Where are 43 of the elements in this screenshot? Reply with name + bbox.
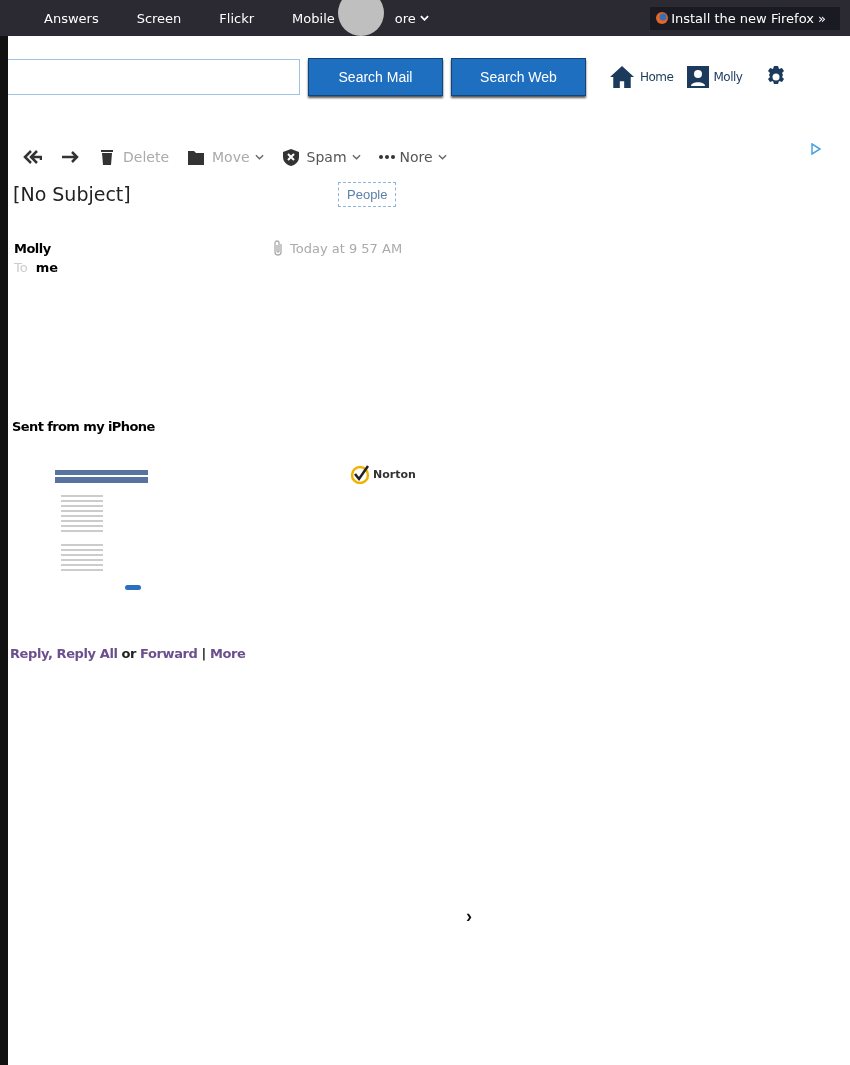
nav-link[interactable]: ore bbox=[394, 10, 429, 26]
reply-link[interactable]: Reply, bbox=[10, 646, 53, 661]
search-button[interactable]: Search Mail bbox=[308, 58, 443, 96]
nav-link[interactable]: Screen bbox=[136, 10, 182, 26]
checkmark-seal-icon bbox=[350, 464, 370, 484]
globe-icon bbox=[656, 12, 669, 24]
install-firefox-link[interactable]: Install the new Firefox » bbox=[650, 6, 840, 30]
nav-link[interactable]: Flickr bbox=[219, 10, 255, 26]
dots-icon bbox=[378, 155, 395, 159]
search-button[interactable]: Search Web bbox=[451, 58, 586, 96]
chevron-down-icon bbox=[437, 154, 447, 160]
nav-link[interactable]: Mobile bbox=[292, 10, 335, 26]
message-subject: [No Subject] bbox=[13, 183, 132, 205]
home-icon bbox=[608, 65, 636, 89]
chevron-down-icon bbox=[419, 15, 429, 21]
chevron-down-icon bbox=[254, 154, 264, 160]
reply-all-icon[interactable] bbox=[22, 148, 42, 166]
next-button[interactable]: › bbox=[462, 906, 476, 927]
message-body: Sent from my iPhone bbox=[11, 419, 156, 434]
shield-icon bbox=[281, 148, 302, 166]
nav-link[interactable]: Answers bbox=[44, 10, 99, 26]
recipient-name: me bbox=[35, 260, 59, 275]
chevron-down-icon bbox=[351, 154, 361, 160]
ad-choices-icon bbox=[811, 143, 821, 155]
promo-text[interactable]: Install the new Firefox » bbox=[671, 10, 826, 26]
more-button[interactable]: Nore bbox=[378, 149, 447, 165]
link-separator: | bbox=[201, 646, 206, 661]
cursor-circle bbox=[338, 0, 384, 36]
user-link[interactable]: Molly bbox=[687, 66, 743, 88]
paperclip-icon bbox=[272, 240, 284, 256]
security-badge-text: Norton bbox=[373, 467, 416, 481]
sender-name: Molly bbox=[14, 240, 52, 256]
reply-link[interactable]: More bbox=[209, 646, 246, 661]
spam-button[interactable]: Spam bbox=[281, 148, 361, 166]
message-time: Today at 9 57 AM bbox=[290, 240, 403, 256]
conjunction-text: or bbox=[121, 646, 137, 661]
people-button[interactable]: People bbox=[338, 181, 397, 207]
search-field[interactable] bbox=[8, 59, 300, 95]
reply-link[interactable]: Reply All bbox=[56, 646, 118, 661]
folder-icon bbox=[187, 148, 207, 166]
reply-link[interactable]: Forward bbox=[140, 646, 198, 661]
home-link[interactable]: Home bbox=[608, 65, 674, 89]
person-icon bbox=[687, 66, 710, 88]
